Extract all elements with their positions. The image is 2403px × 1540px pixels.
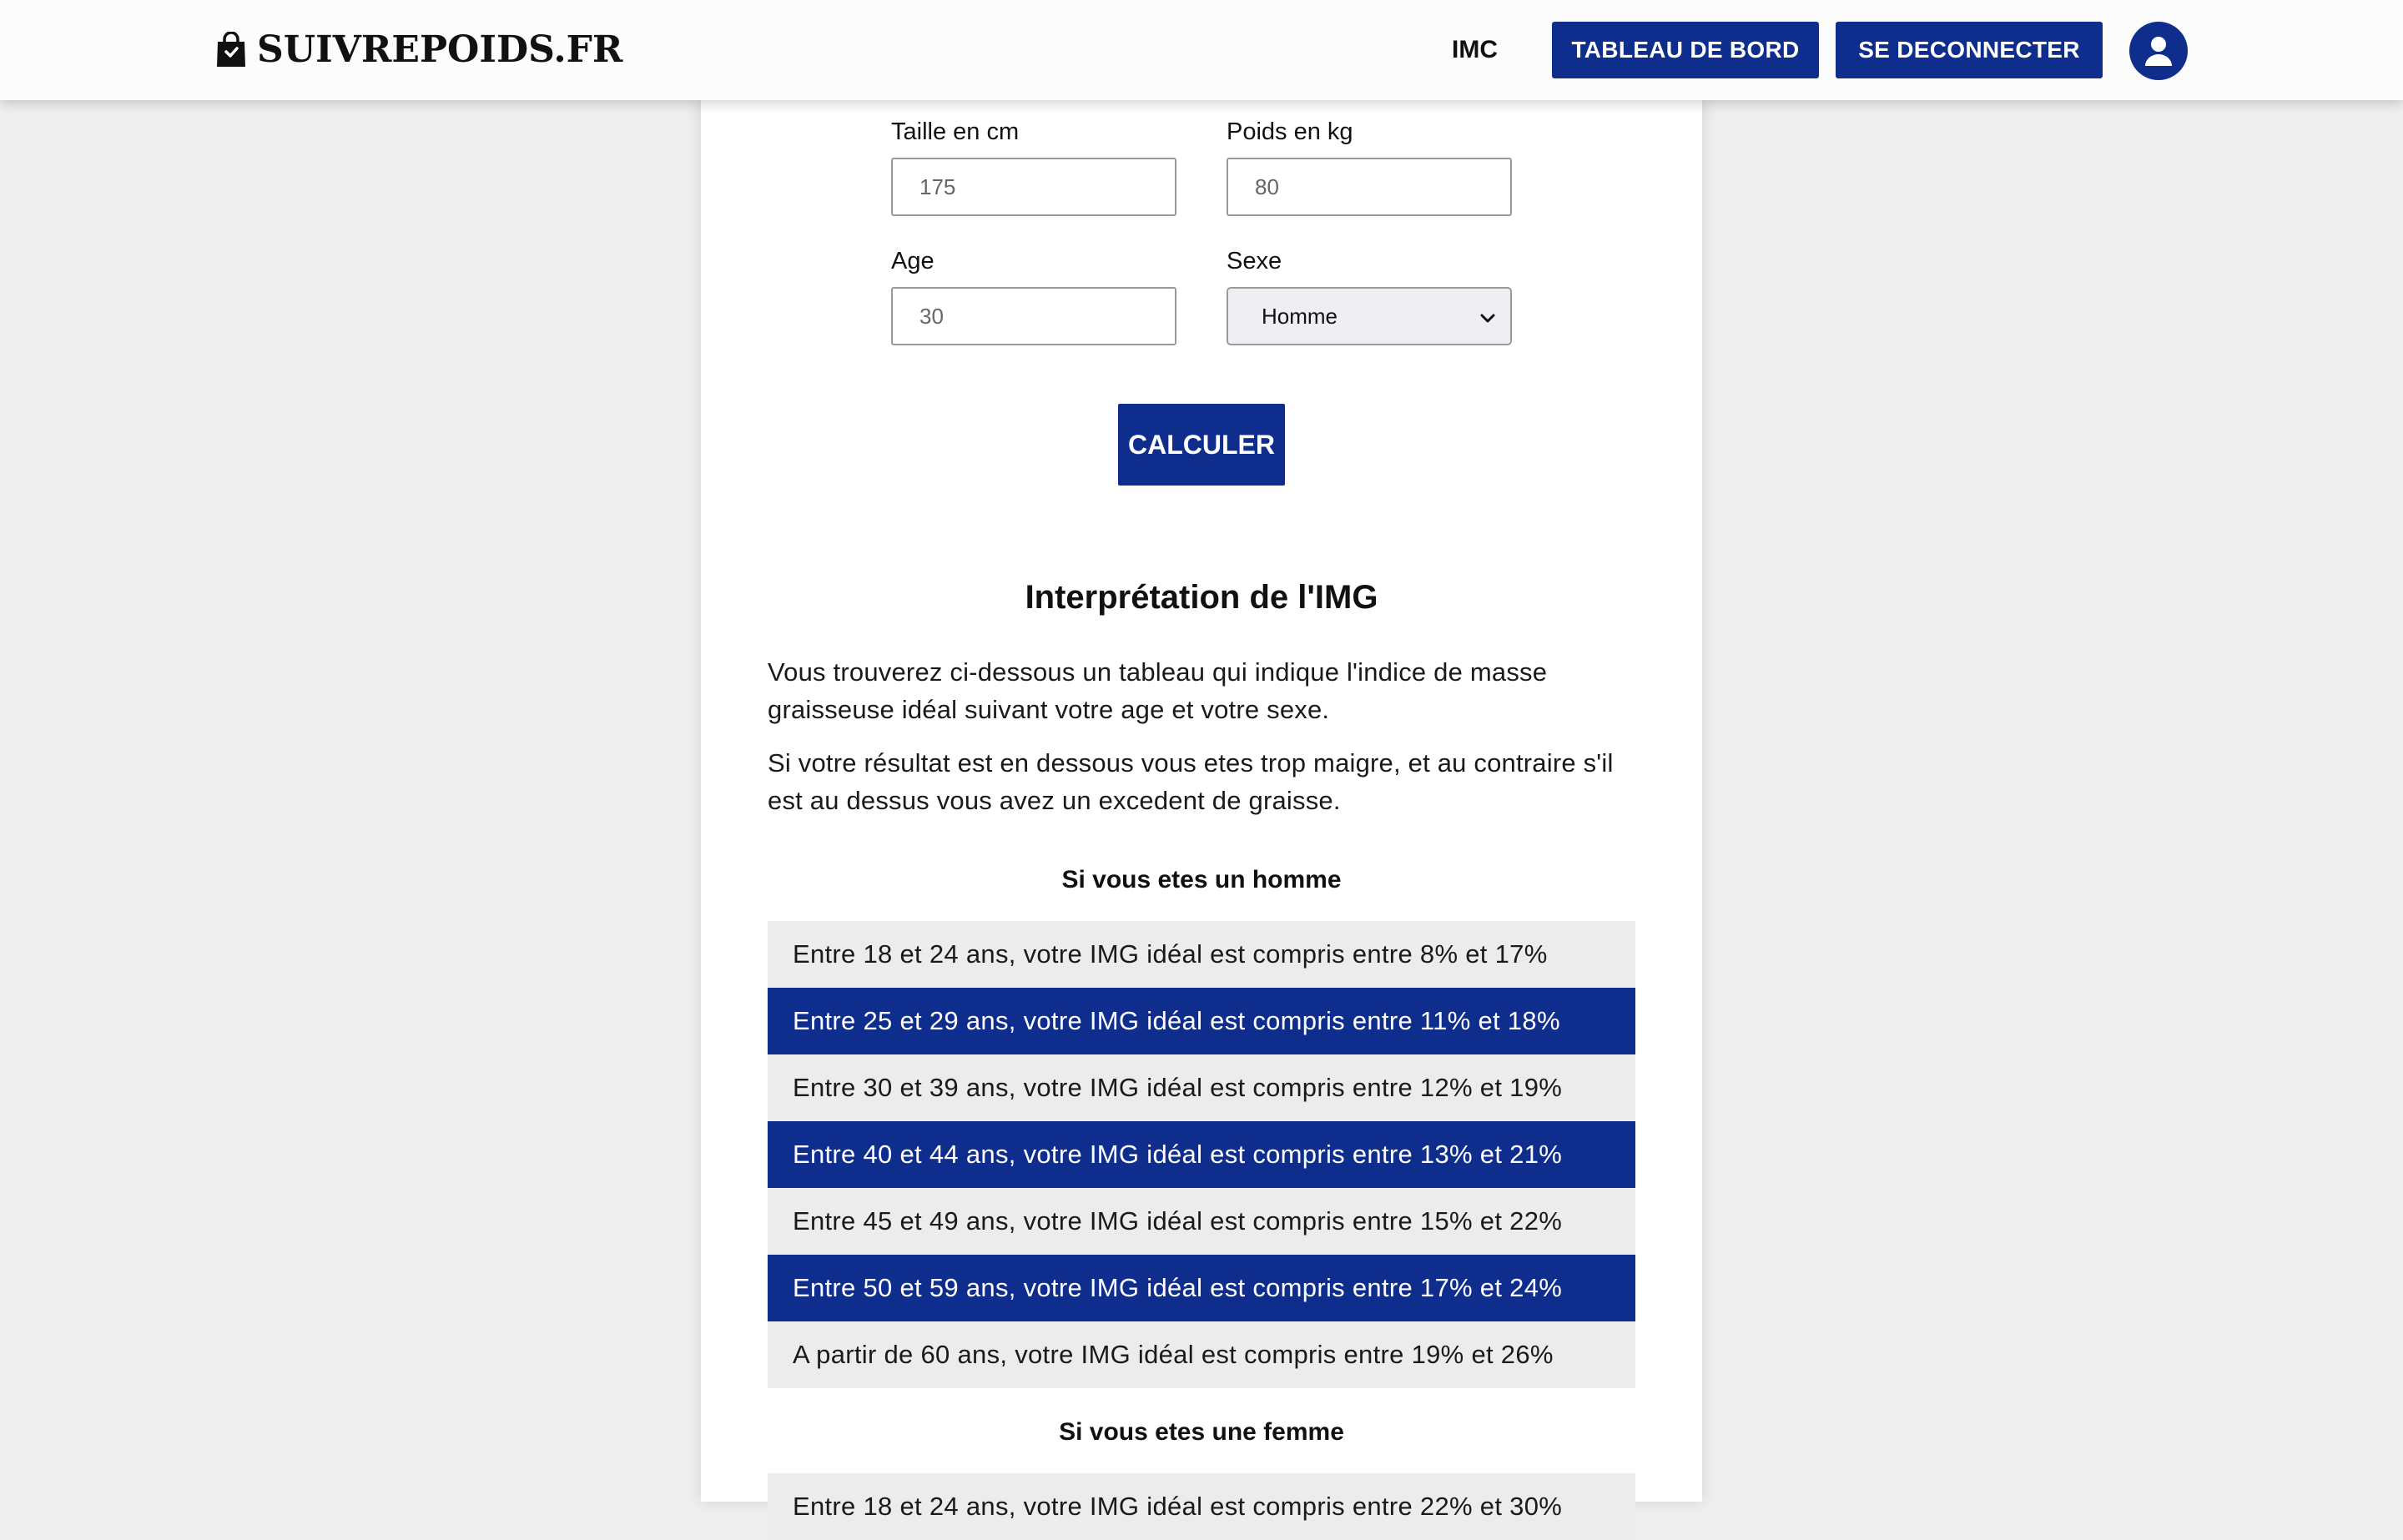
dashboard-button[interactable]: TABLEAU DE BORD xyxy=(1552,22,1819,78)
table-row: Entre 18 et 24 ans, votre IMG idéal est … xyxy=(768,1473,1635,1540)
brand-logo[interactable]: SUIVREPOIDS.FR xyxy=(215,25,622,75)
logout-button[interactable]: SE DECONNECTER xyxy=(1836,22,2103,78)
table-row: Entre 30 et 39 ans, votre IMG idéal est … xyxy=(768,1054,1635,1121)
sex-select[interactable]: Homme xyxy=(1227,287,1512,345)
age-label: Age xyxy=(891,248,934,274)
calculate-button[interactable]: CALCULER xyxy=(1118,404,1285,486)
nav-imc-link[interactable]: IMC xyxy=(1452,25,1498,75)
age-input[interactable] xyxy=(891,287,1176,345)
sex-select-value: Homme xyxy=(1262,303,1338,329)
height-label: Taille en cm xyxy=(891,118,1020,145)
men-table-title: Si vous etes un homme xyxy=(1061,866,1342,893)
sex-label: Sexe xyxy=(1227,248,1282,274)
table-row: Entre 25 et 29 ans, votre IMG idéal est … xyxy=(768,988,1635,1054)
site-header: SUIVREPOIDS.FR IMC TABLEAU DE BORD SE DE… xyxy=(0,0,2403,100)
height-input[interactable] xyxy=(891,158,1176,216)
table-row: Entre 18 et 24 ans, votre IMG idéal est … xyxy=(768,921,1635,988)
weight-label: Poids en kg xyxy=(1227,118,1353,145)
brand-name: SUIVREPOIDS.FR xyxy=(257,28,623,71)
interpretation-paragraph-1: Vous trouverez ci-dessous un tableau qui… xyxy=(768,657,1548,724)
user-avatar-button[interactable] xyxy=(2129,22,2188,80)
men-table: Entre 18 et 24 ans, votre IMG idéal est … xyxy=(768,921,1635,1388)
weight-input[interactable] xyxy=(1227,158,1512,216)
table-row: Entre 45 et 49 ans, votre IMG idéal est … xyxy=(768,1188,1635,1255)
women-table-title: Si vous etes une femme xyxy=(1059,1418,1344,1446)
table-row: Entre 40 et 44 ans, votre IMG idéal est … xyxy=(768,1121,1635,1188)
table-row: Entre 50 et 59 ans, votre IMG idéal est … xyxy=(768,1255,1635,1321)
shopping-bag-icon xyxy=(217,32,245,67)
interpretation-paragraph-2: Si votre résultat est en dessous vous et… xyxy=(768,748,1614,815)
interpretation-title: Interprétation de l'IMG xyxy=(1025,579,1378,616)
table-row: A partir de 60 ans, votre IMG idéal est … xyxy=(768,1321,1635,1388)
women-table: Entre 18 et 24 ans, votre IMG idéal est … xyxy=(768,1473,1635,1540)
user-icon xyxy=(2145,37,2172,66)
chevron-down-icon xyxy=(1480,314,1495,323)
